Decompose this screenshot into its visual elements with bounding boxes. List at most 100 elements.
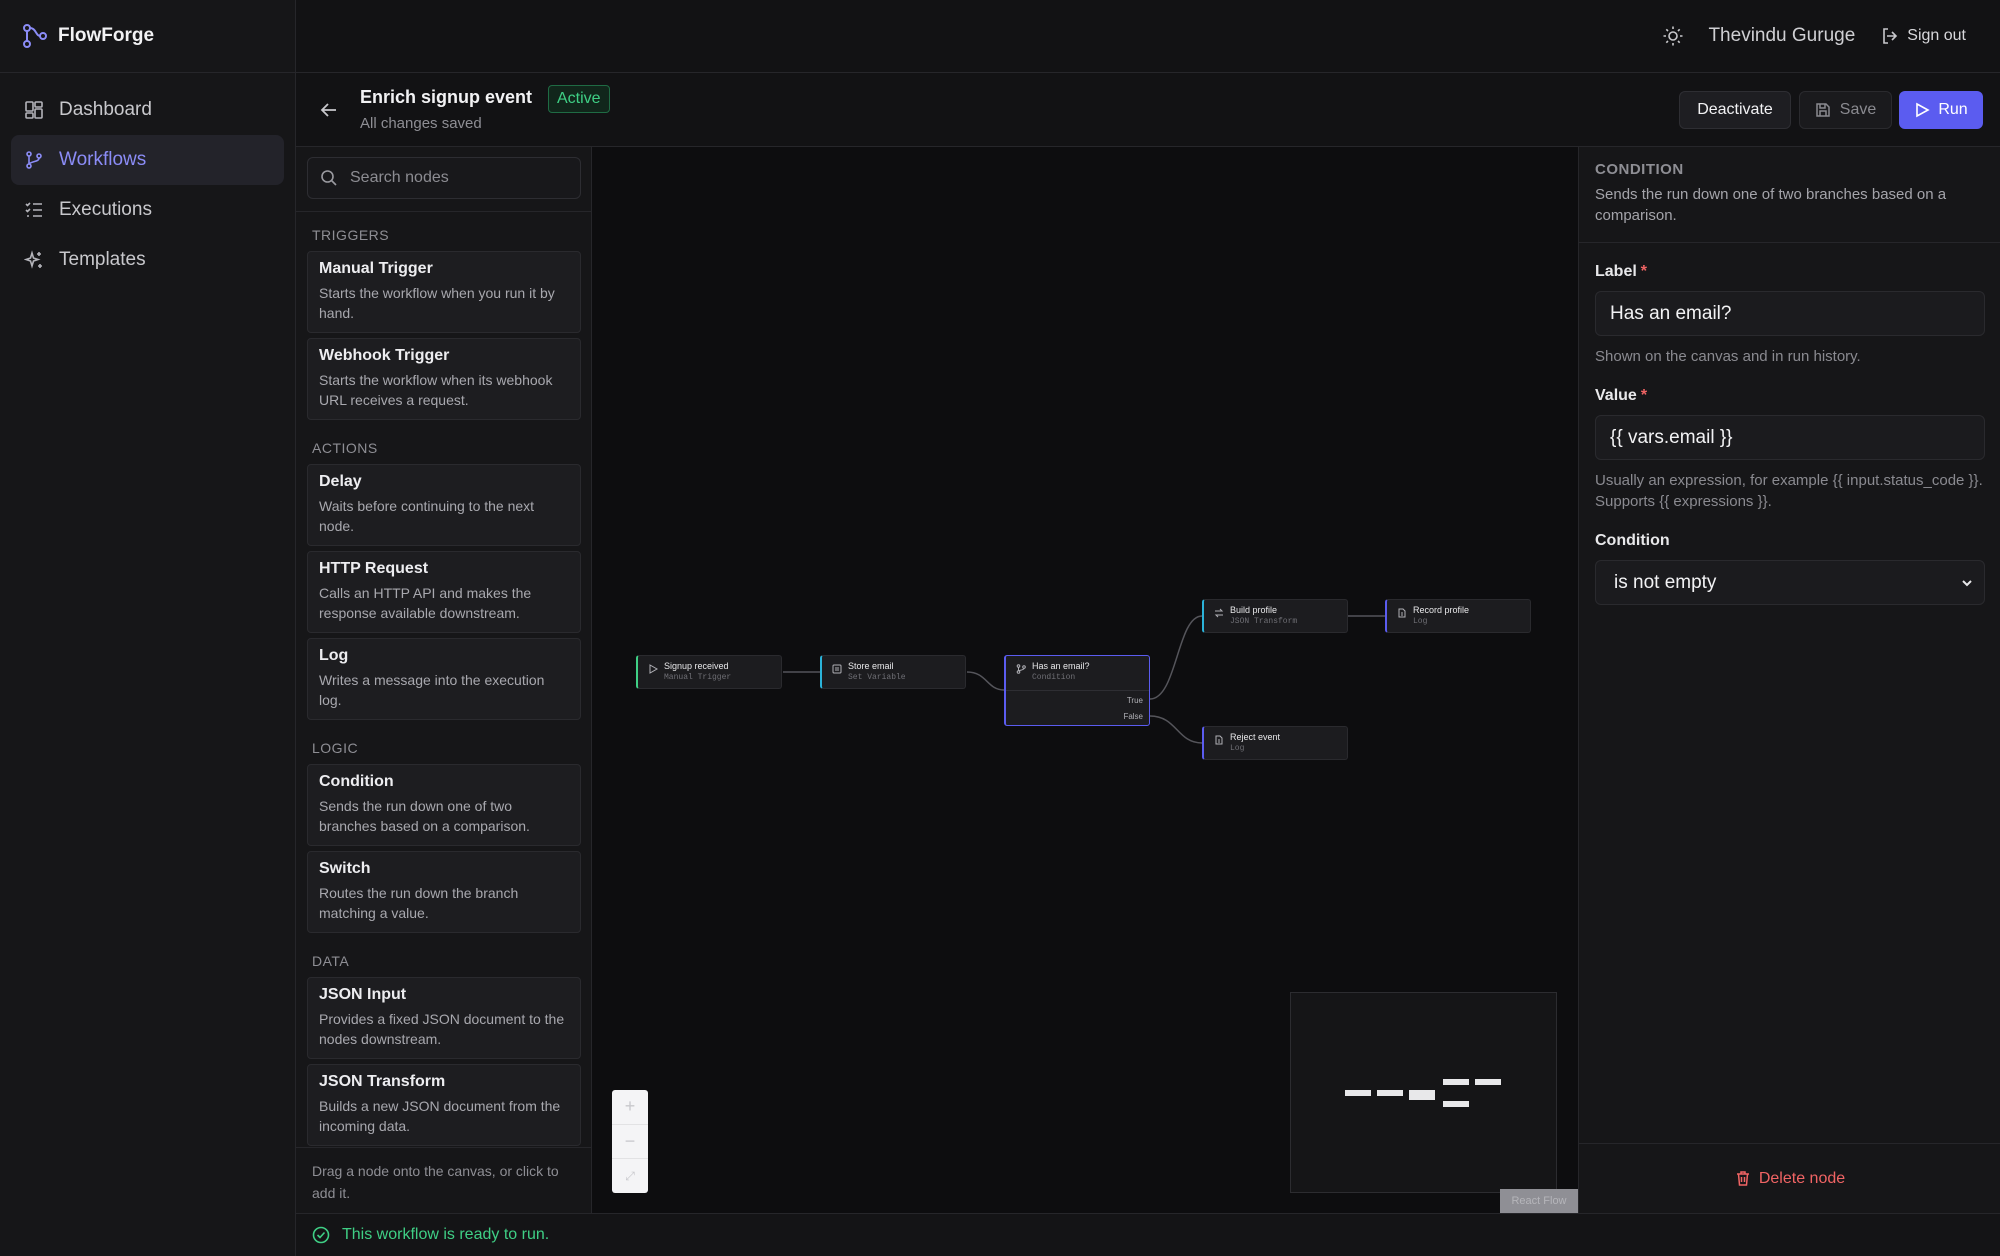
node-title: Manual Trigger	[319, 260, 433, 277]
palette-node-delay[interactable]: Delay Waits before continuing to the nex…	[307, 464, 581, 546]
sign-out-button[interactable]: Sign out	[1881, 27, 1966, 45]
delete-node-button[interactable]: Delete node	[1579, 1143, 2000, 1213]
sidebar-item-executions[interactable]: Executions	[11, 185, 284, 235]
minimap[interactable]	[1290, 992, 1557, 1193]
node-kind-description: Sends the run down one of two branches b…	[1595, 186, 1947, 224]
run-button[interactable]: Run	[1899, 91, 1983, 129]
node-label: Record profile	[1413, 605, 1470, 615]
node-type: JSON Transform	[1230, 617, 1298, 626]
label-field: Label* Shown on the canvas and in run hi…	[1579, 263, 2000, 367]
save-state: All changes saved	[360, 115, 482, 132]
node-description: Waits before continuing to the next node…	[319, 498, 535, 534]
save-button[interactable]: Save	[1799, 91, 1892, 129]
sidebar-item-dashboard[interactable]: Dashboard	[11, 85, 284, 135]
save-icon	[1816, 103, 1830, 117]
minimap-node	[1475, 1079, 1501, 1085]
palette-node-condition[interactable]: Condition Sends the run down one of two …	[307, 764, 581, 846]
value-text: Value	[1595, 387, 1637, 404]
app-name: FlowForge	[58, 25, 155, 46]
properties-header: CONDITION Sends the run down one of two …	[1579, 147, 2000, 243]
canvas-node-reject-event[interactable]: Reject event Log	[1202, 726, 1348, 760]
canvas-node-record-profile[interactable]: Record profile Log	[1385, 599, 1531, 633]
sidebar-item-templates[interactable]: Templates	[11, 235, 284, 285]
canvas-node-signup-received[interactable]: Signup received Manual Trigger	[636, 655, 782, 689]
file-icon	[1398, 608, 1406, 618]
palette-node-json-transform[interactable]: JSON Transform Builds a new JSON documen…	[307, 1064, 581, 1146]
node-label: Store email	[848, 661, 894, 671]
condition-field-label: Condition	[1595, 532, 1670, 549]
node-description: Calls an HTTP API and makes the response…	[319, 585, 532, 621]
delete-node-label: Delete node	[1758, 1169, 1846, 1187]
edge	[1149, 615, 1203, 700]
sidebar-item-workflows[interactable]: Workflows	[11, 135, 284, 185]
topbar: Thevindu Guruge Sign out	[296, 0, 2000, 73]
value-hint: Usually an expression, for example {{ in…	[1595, 472, 1983, 510]
user-name: Thevindu Guruge	[1708, 25, 1856, 46]
palette-node-webhook-trigger[interactable]: Webhook Trigger Starts the workflow when…	[307, 338, 581, 420]
sun-icon[interactable]	[1662, 25, 1684, 47]
section-title-actions: ACTIONS	[312, 440, 378, 456]
properties-panel: CONDITION Sends the run down one of two …	[1578, 147, 2000, 1213]
node-description: Provides a fixed JSON document to the no…	[319, 1011, 565, 1047]
palette-node-http-request[interactable]: HTTP Request Calls an HTTP API and makes…	[307, 551, 581, 633]
sidebar-item-label: Dashboard	[59, 99, 152, 120]
file-icon	[1215, 735, 1223, 745]
dashboard-icon	[24, 100, 44, 120]
transform-icon	[1214, 608, 1224, 618]
palette-node-switch[interactable]: Switch Routes the run down the branch ma…	[307, 851, 581, 933]
node-title: JSON Input	[319, 986, 407, 1003]
node-description: Builds a new JSON document from the inco…	[319, 1098, 561, 1134]
node-title: JSON Transform	[319, 1073, 446, 1090]
palette-node-log[interactable]: Log Writes a message into the execution …	[307, 638, 581, 720]
node-description: Starts the workflow when you run it by h…	[319, 285, 555, 321]
minimap-node	[1345, 1090, 1371, 1096]
port-false[interactable]: False	[1123, 712, 1143, 721]
chevron-down-icon	[1962, 579, 1972, 586]
canvas-node-store-email[interactable]: Store email Set Variable	[820, 655, 966, 689]
zoom-out-button[interactable]: −	[612, 1125, 648, 1160]
search-box	[307, 157, 581, 199]
condition-selected: is not empty	[1614, 571, 1717, 593]
edge	[966, 671, 1005, 691]
minimap-node	[1443, 1101, 1469, 1107]
brand[interactable]: FlowForge	[0, 0, 295, 73]
palette-hint: Drag a node onto the canvas, or click to…	[296, 1147, 592, 1213]
zoom-in-button[interactable]: +	[612, 1090, 648, 1125]
palette-list[interactable]: TRIGGERS Manual Trigger Starts the workf…	[296, 211, 592, 1146]
deactivate-button[interactable]: Deactivate	[1679, 91, 1791, 129]
search-icon	[321, 170, 337, 186]
label-field-label: Label *	[1595, 263, 1984, 281]
label-input[interactable]	[1595, 291, 1985, 336]
minimap-node	[1443, 1079, 1469, 1085]
palette-node-json-input[interactable]: JSON Input Provides a fixed JSON documen…	[307, 977, 581, 1059]
node-description: Starts the workflow when its webhook URL…	[319, 372, 553, 408]
required-marker: *	[1640, 387, 1648, 404]
palette-node-manual-trigger[interactable]: Manual Trigger Starts the workflow when …	[307, 251, 581, 333]
node-palette: TRIGGERS Manual Trigger Starts the workf…	[296, 147, 592, 1213]
minimap-node	[1409, 1090, 1435, 1100]
condition-select[interactable]: is not empty	[1595, 560, 1985, 605]
port-true[interactable]: True	[1127, 696, 1143, 705]
status-badge: Active	[548, 85, 610, 113]
workflow-title: Enrich signup event	[360, 87, 533, 107]
logout-icon	[1883, 28, 1898, 44]
logo-icon	[23, 24, 47, 48]
search-input[interactable]	[350, 169, 560, 187]
node-label: Build profile	[1230, 605, 1278, 615]
condition-field: Condition is not empty	[1579, 532, 2000, 605]
play-icon	[649, 664, 658, 674]
section-title-triggers: TRIGGERS	[312, 227, 390, 243]
minus-icon: −	[624, 1131, 636, 1151]
workflow-canvas[interactable]: Signup received Manual Trigger Store ema…	[592, 147, 1578, 1213]
value-input[interactable]	[1595, 415, 1985, 460]
variable-icon	[832, 664, 842, 674]
workflow-header: Enrich signup event Active All changes s…	[296, 73, 2000, 147]
node-title: Webhook Trigger	[319, 347, 450, 364]
canvas-node-build-profile[interactable]: Build profile JSON Transform	[1202, 599, 1348, 633]
canvas-node-has-an-email[interactable]: Has an email? Condition True False	[1004, 655, 1150, 726]
trash-icon	[1736, 1171, 1749, 1186]
label-text: Label	[1595, 263, 1637, 280]
attribution[interactable]: React Flow	[1500, 1189, 1578, 1213]
back-arrow-icon[interactable]	[318, 99, 340, 121]
fit-view-button[interactable]: ⤢	[612, 1159, 648, 1193]
